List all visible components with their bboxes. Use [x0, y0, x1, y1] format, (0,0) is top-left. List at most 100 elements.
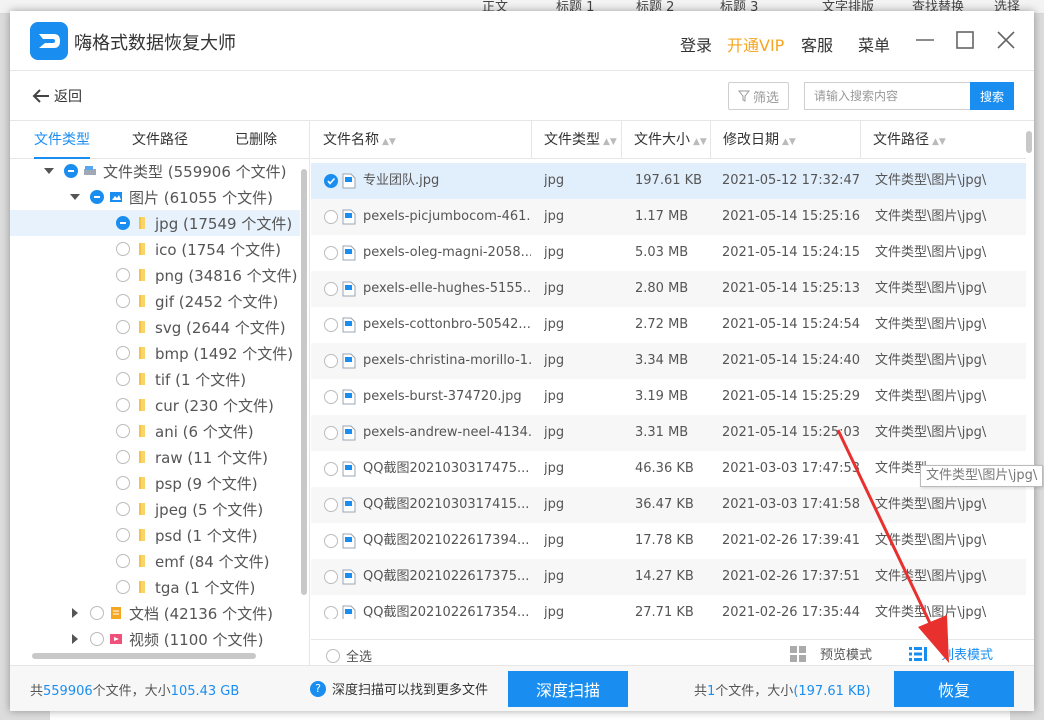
tree-checkbox[interactable]	[116, 320, 130, 334]
tree-item[interactable]: bmp (1492 个文件)	[10, 340, 300, 366]
row-checkbox[interactable]	[324, 498, 338, 512]
tree-item[interactable]: png (34816 个文件)	[10, 262, 300, 288]
row-checkbox[interactable]	[324, 390, 338, 404]
tree-item[interactable]: ani (6 个文件)	[10, 418, 300, 444]
maximize-icon[interactable]	[954, 29, 976, 51]
row-checkbox[interactable]	[324, 318, 338, 332]
tree-checkbox[interactable]	[116, 398, 130, 412]
tree-checkbox[interactable]	[116, 216, 130, 230]
column-header-type[interactable]: 文件类型 ▲▼	[532, 121, 622, 159]
row-checkbox[interactable]	[324, 282, 338, 296]
row-checkbox[interactable]	[324, 246, 338, 260]
row-checkbox[interactable]	[324, 462, 338, 476]
search-input[interactable]	[804, 82, 970, 110]
table-row[interactable]: pexels-elle-hughes-5155... jpg 2.80 MB 2021…	[311, 271, 1026, 307]
table-row[interactable]: QQ截图2021022617394... jpg 17.78 KB 2021-02-2…	[311, 523, 1026, 559]
search-button[interactable]: 搜索	[970, 82, 1014, 110]
tree-checkbox[interactable]	[90, 190, 104, 204]
expand-triangle-icon[interactable]	[42, 164, 56, 178]
tree-item[interactable]: ico (1754 个文件)	[10, 236, 300, 262]
close-icon[interactable]	[995, 29, 1017, 51]
tree-checkbox[interactable]	[116, 580, 130, 594]
minimize-icon[interactable]	[914, 29, 936, 51]
tree-checkbox[interactable]	[116, 346, 130, 360]
tab-file-path[interactable]: 文件路径	[132, 121, 188, 159]
recovery-app-window: 嗨格式数据恢复大师 登录 开通VIP 客服 菜单 返回 筛选 请输入搜索内容 搜…	[10, 11, 1044, 711]
column-header-size[interactable]: 文件大小 ▲▼	[622, 121, 711, 159]
tree-checkbox[interactable]	[116, 450, 130, 464]
collapse-triangle-icon[interactable]	[68, 632, 82, 646]
tree-item[interactable]: gif (2452 个文件)	[10, 288, 300, 314]
tree-vertical-scrollbar[interactable]	[301, 169, 307, 595]
select-all-checkbox[interactable]: 全选	[326, 646, 372, 665]
tree-checkbox[interactable]	[116, 424, 130, 438]
back-button[interactable]: 返回	[32, 85, 82, 107]
tree-item-label: ani (6 个文件)	[155, 422, 254, 441]
tree-horizontal-scrollbar[interactable]	[32, 653, 256, 659]
tree-item[interactable]: raw (11 个文件)	[10, 444, 300, 470]
deep-scan-button[interactable]: 深度扫描	[508, 671, 628, 707]
table-row[interactable]: QQ截图2021030317475... jpg 46.36 KB 2021-03-0…	[311, 451, 1026, 487]
tree-checkbox[interactable]	[90, 606, 104, 620]
tree-checkbox[interactable]	[90, 632, 104, 646]
list-mode-button[interactable]: 列表模式	[909, 644, 993, 663]
login-link[interactable]: 登录	[680, 32, 712, 56]
table-row[interactable]: QQ截图2021030317415... jpg 36.47 KB 2021-03-0…	[311, 487, 1026, 523]
recover-button[interactable]: 恢复	[894, 671, 1014, 707]
menu-link[interactable]: 菜单	[858, 32, 890, 56]
row-checkbox[interactable]	[324, 210, 338, 224]
table-row[interactable]: QQ截图2021022617375... jpg 14.27 KB 2021-02-2…	[311, 559, 1026, 595]
table-vertical-scrollbar[interactable]	[1026, 131, 1032, 153]
tree-item[interactable]: jpg (17549 个文件)	[10, 210, 300, 236]
tab-deleted[interactable]: 已删除	[235, 121, 277, 159]
tree-checkbox[interactable]	[116, 502, 130, 516]
table-row[interactable]: pexels-cottonbro-50542... jpg 2.72 MB 2021-…	[311, 307, 1026, 343]
document-folder-icon	[109, 606, 123, 620]
cell-path: 文件类型\图片\jpg\	[875, 497, 987, 512]
column-header-date[interactable]: 修改日期 ▲▼	[711, 121, 861, 159]
table-row[interactable]: QQ截图2021022617354... jpg 27.71 KB 2021-02-2…	[311, 595, 1026, 619]
row-checkbox[interactable]	[324, 606, 338, 619]
table-row[interactable]: pexels-andrew-neel-4134... jpg 3.31 MB 2021…	[311, 415, 1026, 451]
tree-checkbox[interactable]	[116, 372, 130, 386]
table-row[interactable]: pexels-christina-morillo-1... jpg 3.34 MB 2…	[311, 343, 1026, 379]
preview-mode-button[interactable]: 预览模式	[790, 644, 872, 663]
tree-checkbox[interactable]	[116, 528, 130, 542]
tree-checkbox[interactable]	[116, 242, 130, 256]
row-checkbox[interactable]	[324, 354, 338, 368]
tree-checkbox[interactable]	[116, 268, 130, 282]
tab-file-type[interactable]: 文件类型	[34, 121, 90, 159]
tree-checkbox[interactable]	[116, 294, 130, 308]
tree-checkbox[interactable]	[116, 554, 130, 568]
table-row[interactable]: pexels-burst-374720.jpg jpg 3.19 MB 2021-05…	[311, 379, 1026, 415]
tree-item[interactable]: 图片 (61055 个文件)	[10, 184, 300, 210]
tree-item[interactable]: 文档 (42136 个文件)	[10, 600, 300, 626]
tree-item[interactable]: psp (9 个文件)	[10, 470, 300, 496]
tree-item[interactable]: 视频 (1100 个文件)	[10, 626, 300, 652]
expand-triangle-icon[interactable]	[68, 190, 82, 204]
tree-item[interactable]: cur (230 个文件)	[10, 392, 300, 418]
table-row[interactable]: 专业团队.jpg jpg 197.61 KB 2021-05-12 17:32:47 文…	[311, 163, 1026, 199]
row-checkbox[interactable]	[324, 426, 338, 440]
table-row[interactable]: pexels-picjumbocom-461... jpg 1.17 MB 2021-…	[311, 199, 1026, 235]
tree-item[interactable]: emf (84 个文件)	[10, 548, 300, 574]
vip-link[interactable]: 开通VIP	[727, 32, 784, 56]
filter-button[interactable]: 筛选	[728, 82, 789, 110]
tree-item[interactable]: svg (2644 个文件)	[10, 314, 300, 340]
column-header-name[interactable]: 文件名称 ▲▼	[311, 121, 532, 159]
row-checkbox[interactable]	[324, 534, 338, 548]
tree-checkbox[interactable]	[116, 476, 130, 490]
tree-item[interactable]: tga (1 个文件)	[10, 574, 300, 600]
tree-item[interactable]: 文件类型 (559906 个文件)	[10, 159, 300, 184]
column-header-path[interactable]: 文件路径 ▲▼	[861, 121, 1026, 159]
checked-circle-icon[interactable]	[324, 174, 338, 188]
collapse-triangle-icon[interactable]	[68, 606, 82, 620]
customer-service-link[interactable]: 客服	[801, 32, 833, 56]
tree-item[interactable]: tif (1 个文件)	[10, 366, 300, 392]
table-row[interactable]: pexels-oleg-magni-2058... jpg 5.03 MB 2021-…	[311, 235, 1026, 271]
help-icon[interactable]: ?	[310, 680, 326, 697]
tree-item[interactable]: psd (1 个文件)	[10, 522, 300, 548]
row-checkbox[interactable]	[324, 570, 338, 584]
tree-item[interactable]: jpeg (5 个文件)	[10, 496, 300, 522]
tree-checkbox[interactable]	[64, 164, 78, 178]
